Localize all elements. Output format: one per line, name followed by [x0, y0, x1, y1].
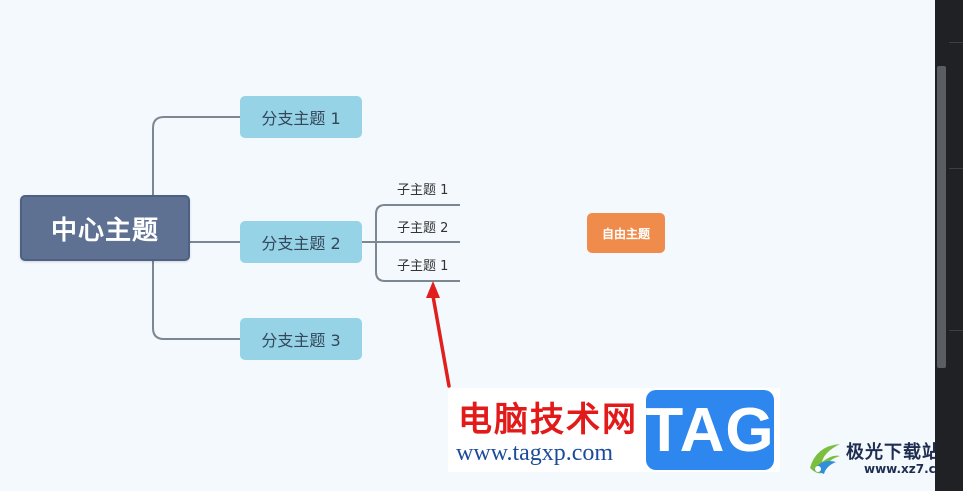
scrollbar-thumb[interactable] — [937, 66, 946, 368]
mindmap-canvas[interactable]: 中心主题 分支主题 1 分支主题 2 分支主题 3 子主题 1 子主题 2 子主… — [0, 0, 957, 491]
watermark-banner: 电脑技术网 www.tagxp.com TAG — [448, 388, 780, 472]
scrollbar-divider — [949, 330, 963, 331]
corner-brand-text: 极光下载站 — [846, 442, 941, 463]
watermark-tag-logo: TAG — [645, 390, 774, 470]
aurora-swirl-icon — [810, 444, 840, 474]
corner-site-logo: 极光下载站 www.xz7.com — [806, 436, 957, 484]
scrollbar-divider — [949, 42, 963, 43]
vertical-scrollbar[interactable] — [935, 0, 963, 491]
watermark-brand-text: 电脑技术网 — [458, 400, 638, 440]
watermark-url: www.tagxp.com — [456, 440, 614, 466]
scrollbar-divider — [949, 168, 963, 169]
